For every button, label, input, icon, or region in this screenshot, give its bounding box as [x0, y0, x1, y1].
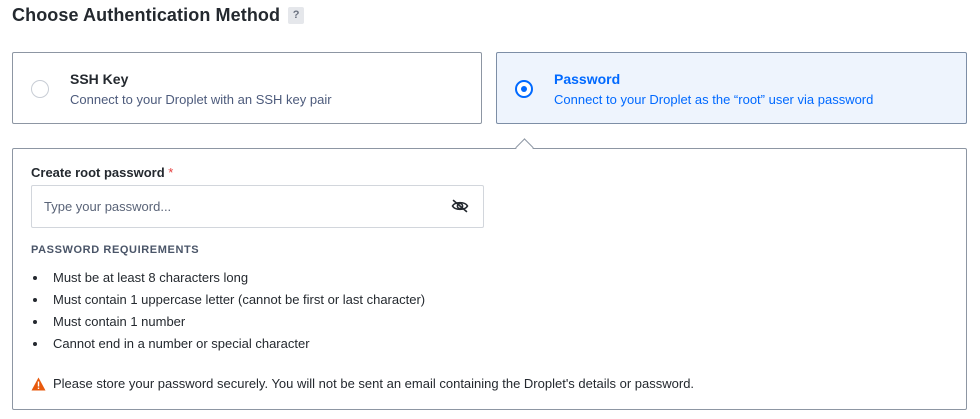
- password-option-title: Password: [554, 71, 621, 87]
- security-warning: Please store your password securely. You…: [31, 376, 694, 391]
- auth-option-ssh-key[interactable]: SSH Key Connect to your Droplet with an …: [12, 52, 482, 124]
- ssh-key-radio[interactable]: [31, 80, 49, 98]
- requirements-list: Must be at least 8 characters long Must …: [31, 267, 425, 355]
- password-radio[interactable]: [515, 80, 533, 98]
- password-field-label: Create root password *: [31, 165, 173, 180]
- auth-option-password[interactable]: Password Connect to your Droplet as the …: [496, 52, 967, 124]
- password-label-text: Create root password: [31, 165, 165, 180]
- required-marker: *: [168, 165, 174, 180]
- requirement-item: Must contain 1 number: [31, 311, 425, 333]
- section-header: Choose Authentication Method ?: [12, 5, 305, 26]
- password-option-description: Connect to your Droplet as the “root” us…: [554, 92, 874, 107]
- warning-triangle-icon: [31, 377, 46, 390]
- requirement-item: Cannot end in a number or special charac…: [31, 333, 425, 355]
- password-input[interactable]: [32, 186, 432, 227]
- warning-text: Please store your password securely. You…: [53, 376, 695, 391]
- eye-slash-icon[interactable]: [451, 199, 469, 213]
- requirements-heading: PASSWORD REQUIREMENTS: [31, 244, 200, 256]
- password-input-container: [31, 185, 484, 228]
- ssh-key-description: Connect to your Droplet with an SSH key …: [70, 92, 332, 107]
- section-title: Choose Authentication Method: [12, 5, 281, 25]
- help-icon[interactable]: ?: [288, 7, 305, 24]
- requirement-item: Must contain 1 uppercase letter (cannot …: [31, 289, 425, 311]
- requirement-item: Must be at least 8 characters long: [31, 267, 425, 289]
- ssh-key-title: SSH Key: [70, 71, 129, 87]
